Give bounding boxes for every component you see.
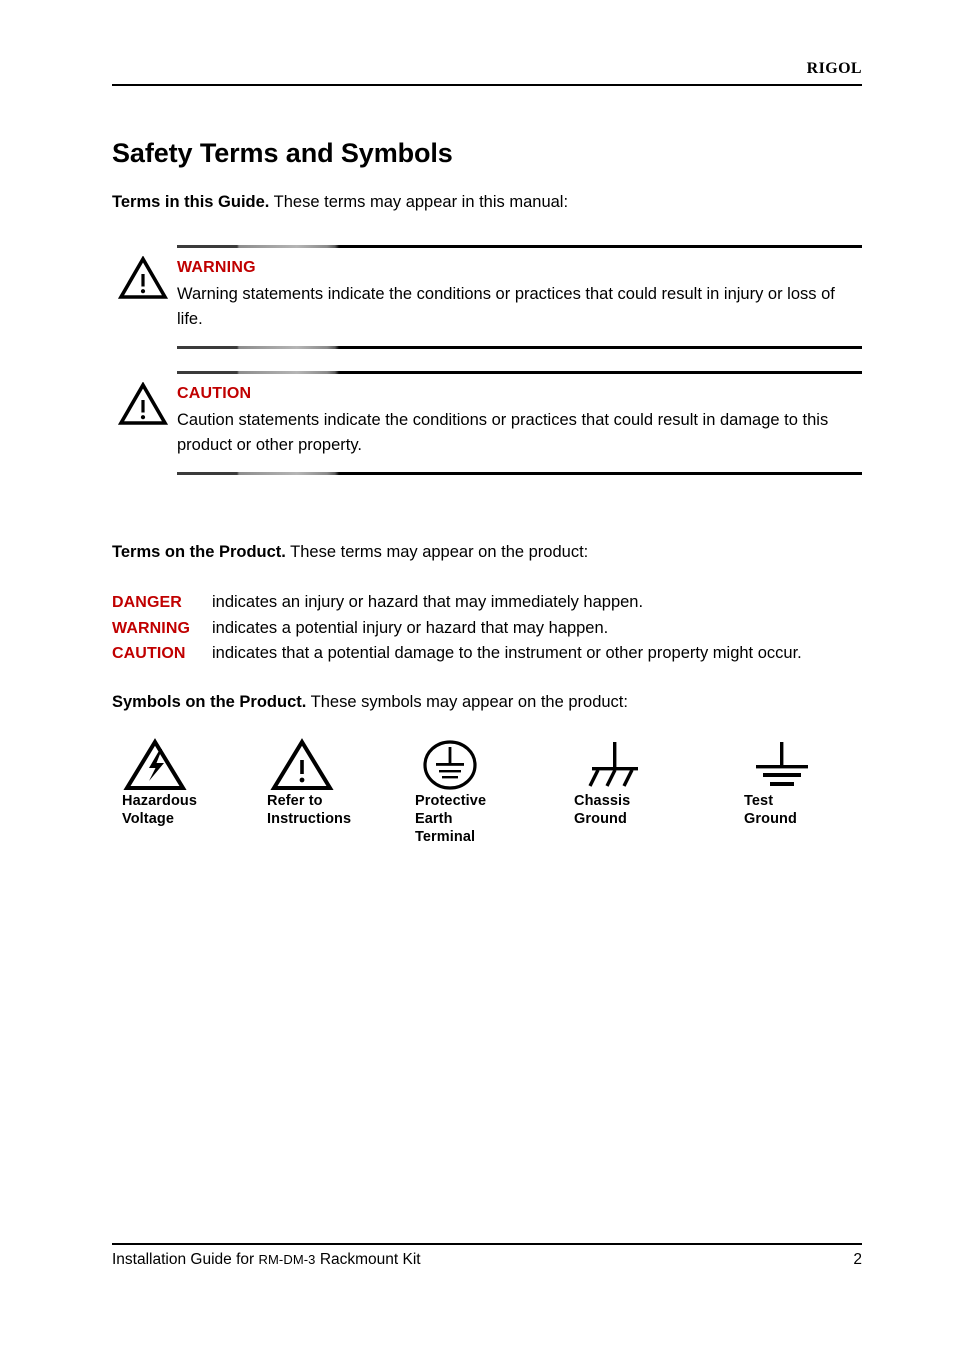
- symbol-protective-earth-terminal: Protective Earth Terminal: [415, 736, 565, 846]
- term-row: DANGER indicates an injury or hazard tha…: [112, 590, 862, 616]
- symbol-label: Refer to Instructions: [267, 793, 352, 827]
- terms-on-product-intro: Terms on the Product. These terms may ap…: [112, 540, 588, 564]
- callout-label: WARNING: [177, 259, 256, 276]
- term-label-caution: CAUTION: [112, 645, 186, 662]
- footer-doc-model: RM-DM-3: [258, 1252, 316, 1267]
- symbol-chassis-ground: Chassis Ground: [574, 736, 724, 828]
- symbol-test-ground: Test Ground: [744, 736, 894, 828]
- symbol-refer-to-instructions: Refer to Instructions: [267, 736, 417, 828]
- symbol-label: Chassis Ground: [574, 793, 631, 827]
- footer-content: Installation Guide for RM-DM-3 Rackmount…: [112, 1245, 862, 1274]
- terms-in-guide-intro: Terms in this Guide. These terms may app…: [112, 190, 568, 214]
- hazardous-voltage-icon: [122, 736, 272, 792]
- term-meaning: indicates an injury or hazard that may i…: [212, 593, 644, 611]
- callout-body: CAUTION Caution statements indicate the …: [112, 374, 862, 472]
- callout-body: WARNING Warning statements indicate the …: [112, 248, 862, 346]
- callout-caution: CAUTION Caution statements indicate the …: [112, 371, 862, 475]
- term-label-warning: WARNING: [112, 619, 191, 637]
- document-page: RIGOL Safety Terms and Symbols Terms in …: [0, 0, 954, 1350]
- callout-text: CAUTION Caution statements indicate the …: [177, 383, 862, 458]
- warning-triangle-icon: [117, 255, 169, 300]
- callout-description: Caution statements indicate the conditio…: [177, 411, 829, 454]
- footer-page-number: 2: [853, 1251, 862, 1268]
- page-title: Safety Terms and Symbols: [112, 138, 453, 169]
- footer-doc-suffix: Rackmount Kit: [315, 1251, 421, 1268]
- warning-triangle-icon: [117, 381, 169, 426]
- symbol-label: Hazardous Voltage: [122, 793, 198, 827]
- term-row: WARNING indicates a potential injury or …: [112, 616, 862, 642]
- symbol-label: Test Ground: [744, 793, 797, 827]
- footer-doc-prefix: Installation Guide for: [112, 1251, 259, 1268]
- symbol-label: Protective Earth Terminal: [415, 793, 487, 845]
- chassis-ground-icon: [574, 736, 724, 792]
- callout-bottom-rule: [177, 346, 862, 349]
- terms-in-guide-intro-rest: These terms may appear in this manual:: [269, 193, 569, 211]
- header-divider: [112, 84, 862, 86]
- term-label-danger: DANGER: [112, 594, 182, 611]
- callout-description: Warning statements indicate the conditio…: [177, 285, 835, 328]
- callout-bottom-rule: [177, 472, 862, 475]
- symbol-hazardous-voltage: Hazardous Voltage: [122, 736, 272, 828]
- term-row: CAUTION indicates that a potential damag…: [112, 641, 862, 667]
- symbols-on-product-intro: Symbols on the Product. These symbols ma…: [112, 690, 628, 714]
- callout-text: WARNING Warning statements indicate the …: [177, 257, 862, 332]
- terms-on-product-intro-bold: Terms on the Product.: [112, 543, 286, 561]
- rigol-logo: RIGOL: [806, 60, 862, 77]
- symbols-on-product-intro-rest: These symbols may appear on the product:: [306, 693, 628, 711]
- callout-label: CAUTION: [177, 385, 252, 402]
- term-meaning: indicates a potential injury or hazard t…: [212, 618, 609, 637]
- callout-warning: WARNING Warning statements indicate the …: [112, 245, 862, 349]
- terms-on-product-list: DANGER indicates an injury or hazard tha…: [112, 590, 862, 667]
- symbols-on-product-intro-bold: Symbols on the Product.: [112, 693, 307, 711]
- page-header: RIGOL: [112, 60, 862, 88]
- protective-earth-terminal-icon: [415, 736, 565, 792]
- terms-on-product-intro-rest: These terms may appear on the product:: [285, 543, 589, 561]
- symbols-list: Hazardous Voltage Refer to Instructions: [112, 736, 872, 846]
- test-ground-icon: [744, 736, 894, 792]
- refer-to-instructions-icon: [267, 736, 417, 792]
- footer-document-title: Installation Guide for RM-DM-3 Rackmount…: [112, 1250, 421, 1270]
- terms-in-guide-intro-bold: Terms in this Guide.: [112, 193, 270, 211]
- term-meaning: indicates that a potential damage to the…: [212, 644, 802, 662]
- page-footer: Installation Guide for RM-DM-3 Rackmount…: [112, 1243, 862, 1274]
